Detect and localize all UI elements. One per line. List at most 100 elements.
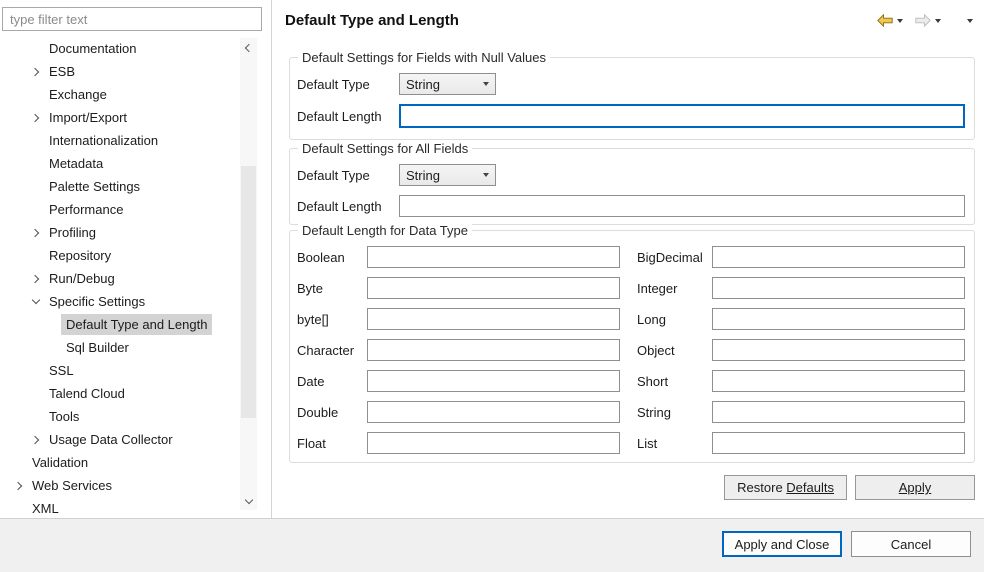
tree-item-default-type-and-length[interactable]: Default Type and Length: [0, 313, 240, 336]
scroll-down-arrow-icon[interactable]: [240, 493, 257, 510]
tree-item-profiling[interactable]: Profiling: [0, 221, 240, 244]
expand-chevron-icon[interactable]: [10, 477, 27, 494]
tree-item-label: Validation: [27, 452, 93, 473]
tree-item-label: Run/Debug: [44, 268, 120, 289]
tree-item-tools[interactable]: Tools: [0, 405, 240, 428]
tree-item-label: Profiling: [44, 222, 101, 243]
twisty-spacer: [27, 385, 44, 402]
short-length-input[interactable]: [712, 370, 965, 392]
list-label: List: [620, 436, 712, 451]
collapse-chevron-icon[interactable]: [27, 293, 44, 310]
twisty-spacer: [27, 132, 44, 149]
twisty-spacer: [44, 339, 61, 356]
twisty-spacer: [27, 362, 44, 379]
float-length-input[interactable]: [367, 432, 620, 454]
list-length-input[interactable]: [712, 432, 965, 454]
byte-length-input[interactable]: [367, 308, 620, 330]
twisty-spacer: [44, 316, 61, 333]
double-label: Double: [297, 405, 367, 420]
expand-chevron-icon[interactable]: [27, 224, 44, 241]
byte-label: Byte: [297, 281, 367, 296]
tree-item-web-services[interactable]: Web Services: [0, 474, 240, 497]
twisty-spacer: [27, 247, 44, 264]
tree-item-sql-builder[interactable]: Sql Builder: [0, 336, 240, 359]
tree-item-xml[interactable]: XML: [0, 497, 240, 518]
button-label: Apply: [899, 480, 932, 495]
dialog-button-bar: Apply and Close Cancel: [0, 518, 984, 572]
restore-defaults-button[interactable]: Restore Defaults: [724, 475, 847, 500]
tree-item-label: Performance: [44, 199, 128, 220]
page-title: Default Type and Length: [285, 12, 459, 29]
back-history-dropdown-icon[interactable]: [897, 19, 903, 23]
expand-chevron-icon[interactable]: [27, 431, 44, 448]
button-label-mnemonic: Defaults: [786, 480, 834, 495]
chevron-down-icon: [483, 173, 489, 177]
apply-and-close-button[interactable]: Apply and Close: [722, 531, 842, 557]
cancel-button[interactable]: Cancel: [851, 531, 971, 557]
double-length-input[interactable]: [367, 401, 620, 423]
tree-item-talend-cloud[interactable]: Talend Cloud: [0, 382, 240, 405]
combo-value: String: [406, 77, 440, 92]
tree-item-usage-data-collector[interactable]: Usage Data Collector: [0, 428, 240, 451]
character-label: Character: [297, 343, 367, 358]
back-arrow-icon[interactable]: [877, 14, 893, 27]
byte-length-input[interactable]: [367, 277, 620, 299]
tree-item-palette-settings[interactable]: Palette Settings: [0, 175, 240, 198]
object-length-input[interactable]: [712, 339, 965, 361]
scroll-up-arrow-icon[interactable]: [240, 38, 257, 55]
all-fields-group: Default Settings for All Fields Default …: [289, 148, 975, 225]
tree-item-validation[interactable]: Validation: [0, 451, 240, 474]
tree-item-import-export[interactable]: Import/Export: [0, 106, 240, 129]
bigdecimal-label: BigDecimal: [620, 250, 712, 265]
tree-item-internationalization[interactable]: Internationalization: [0, 129, 240, 152]
tree-item-label: Repository: [44, 245, 116, 266]
boolean-length-input[interactable]: [367, 246, 620, 268]
forward-arrow-icon[interactable]: [915, 14, 931, 27]
preference-page: Default Type and Length Default Settings…: [273, 0, 984, 518]
long-length-input[interactable]: [712, 308, 965, 330]
tree-item-documentation[interactable]: Documentation: [0, 37, 240, 60]
expand-chevron-icon[interactable]: [27, 109, 44, 126]
expand-chevron-icon[interactable]: [27, 270, 44, 287]
filter-input[interactable]: [2, 7, 262, 31]
default-type-combo-all-fields[interactable]: String: [399, 164, 496, 186]
button-label: Restore: [737, 480, 786, 495]
tree-item-label: Internationalization: [44, 130, 163, 151]
integer-length-input[interactable]: [712, 277, 965, 299]
tree-item-run-debug[interactable]: Run/Debug: [0, 267, 240, 290]
tree-item-ssl[interactable]: SSL: [0, 359, 240, 382]
default-type-combo-null-values[interactable]: String: [399, 73, 496, 95]
scrollbar-thumb[interactable]: [241, 166, 256, 418]
bigdecimal-length-input[interactable]: [712, 246, 965, 268]
character-length-input[interactable]: [367, 339, 620, 361]
tree-item-repository[interactable]: Repository: [0, 244, 240, 267]
expand-chevron-icon[interactable]: [27, 63, 44, 80]
date-length-input[interactable]: [367, 370, 620, 392]
tree-item-specific-settings[interactable]: Specific Settings: [0, 290, 240, 313]
tree-item-esb[interactable]: ESB: [0, 60, 240, 83]
tree-item-performance[interactable]: Performance: [0, 198, 240, 221]
page-button-row: Restore Defaults Apply: [724, 475, 975, 500]
page-navigation: [877, 14, 973, 27]
forward-history-dropdown-icon[interactable]: [935, 19, 941, 23]
tree-item-metadata[interactable]: Metadata: [0, 152, 240, 175]
tree-scrollbar[interactable]: [240, 38, 257, 510]
tree-item-exchange[interactable]: Exchange: [0, 83, 240, 106]
default-length-input-null-values[interactable]: [399, 104, 965, 128]
tree-item-label: Metadata: [44, 153, 108, 174]
tree-item-label: Web Services: [27, 475, 117, 496]
apply-button[interactable]: Apply: [855, 475, 975, 500]
null-values-group-title: Default Settings for Fields with Null Va…: [298, 49, 550, 66]
null-values-group: Default Settings for Fields with Null Va…: [289, 57, 975, 140]
preferences-sidebar: DocumentationESBExchangeImport/ExportInt…: [0, 0, 272, 518]
twisty-spacer: [27, 201, 44, 218]
tree-item-label: Documentation: [44, 38, 141, 59]
tree-item-label: Specific Settings: [44, 291, 150, 312]
default-length-input-all-fields[interactable]: [399, 195, 965, 217]
twisty-spacer: [27, 40, 44, 57]
date-label: Date: [297, 374, 367, 389]
long-label: Long: [620, 312, 712, 327]
tree-item-label: Tools: [44, 406, 84, 427]
string-length-input[interactable]: [712, 401, 965, 423]
view-menu-dropdown-icon[interactable]: [967, 19, 973, 23]
